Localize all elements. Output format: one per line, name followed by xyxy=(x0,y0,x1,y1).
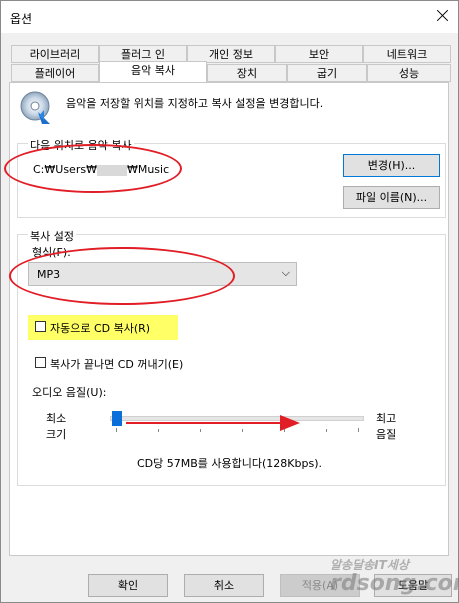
annotation-arrow-icon xyxy=(126,415,300,431)
tab-label: 성능 xyxy=(398,67,420,80)
tab-player[interactable]: 플레이어 xyxy=(11,64,99,82)
tab-label: 굽기 xyxy=(316,67,338,80)
cancel-button[interactable]: 취소 xyxy=(184,574,264,597)
tab-label: 플러그 인 xyxy=(121,48,165,61)
save-path: C:₩Users₩ ₩Music xyxy=(33,163,169,176)
save-path-end: ₩Music xyxy=(126,163,170,176)
close-icon[interactable] xyxy=(432,5,454,27)
slider-thumb[interactable] xyxy=(112,411,122,426)
min-label-line1: 최소 xyxy=(46,412,67,425)
max-label-line1: 최고 xyxy=(376,412,397,425)
save-path-start: C:₩Users₩ xyxy=(33,163,97,176)
header-description: 음악을 저장할 위치를 지정하고 복사 설정을 변경합니다. xyxy=(66,97,324,110)
tab-label: 보안 xyxy=(308,48,330,61)
eject-label: 복사가 끝나면 CD 꺼내기(E) xyxy=(50,358,184,371)
audio-quality-label: 오디오 음질(U): xyxy=(32,386,107,399)
max-label-line2: 음질 xyxy=(376,428,397,441)
watermark: 알송달송IT세상 rdsong.com xyxy=(330,556,459,595)
filename-button[interactable]: 파일 이름(N)... xyxy=(343,186,440,209)
format-select[interactable]: MP3 ⌵ xyxy=(28,262,297,286)
tab-label: 네트워크 xyxy=(386,48,428,61)
slider-tick xyxy=(358,428,359,432)
format-label: 형식(F): xyxy=(32,246,71,259)
tab-burn[interactable]: 굽기 xyxy=(287,64,367,82)
tab-label: 장치 xyxy=(236,67,258,80)
change-location-button[interactable]: 변경(H)... xyxy=(343,154,440,177)
tab-devices[interactable]: 장치 xyxy=(207,64,287,82)
eject-after-rip-checkbox[interactable] xyxy=(35,357,46,368)
title-bar: 옵션 xyxy=(1,1,458,33)
format-value: MP3 xyxy=(37,268,61,281)
min-label: 최소 크기 xyxy=(46,410,66,442)
disk-usage-text: CD당 57MB를 사용합니다(128Kbps). xyxy=(136,457,322,470)
tab-rip-music[interactable]: 음악 복사 xyxy=(99,61,207,82)
watermark-line2: rdsong.com xyxy=(330,571,459,596)
rip-settings-title: 복사 설정 xyxy=(28,228,76,244)
tab-label: 음악 복사 xyxy=(131,64,175,77)
window-title: 옵션 xyxy=(10,12,33,26)
location-group-title: 다음 위치로 음악 복사 xyxy=(28,137,134,153)
tab-library[interactable]: 라이브러리 xyxy=(11,45,99,63)
tab-label: 플레이어 xyxy=(34,67,76,80)
tab-security[interactable]: 보안 xyxy=(275,45,363,63)
slider-tick xyxy=(326,429,327,432)
auto-rip-checkbox[interactable] xyxy=(35,321,46,332)
max-label: 최고 음질 xyxy=(376,410,396,442)
auto-rip-label: 자동으로 CD 복사(R) xyxy=(50,322,151,335)
chevron-down-icon: ⌵ xyxy=(281,266,290,279)
redacted-username xyxy=(96,164,127,176)
cd-rip-icon xyxy=(18,90,54,126)
tab-label: 개인 정보 xyxy=(209,48,253,61)
ok-button[interactable]: 확인 xyxy=(88,574,168,597)
slider-tick xyxy=(116,428,117,432)
tab-performance[interactable]: 성능 xyxy=(367,64,451,82)
min-label-line2: 크기 xyxy=(46,428,67,441)
tab-label: 라이브러리 xyxy=(29,48,81,61)
tab-network[interactable]: 네트워크 xyxy=(363,45,451,63)
